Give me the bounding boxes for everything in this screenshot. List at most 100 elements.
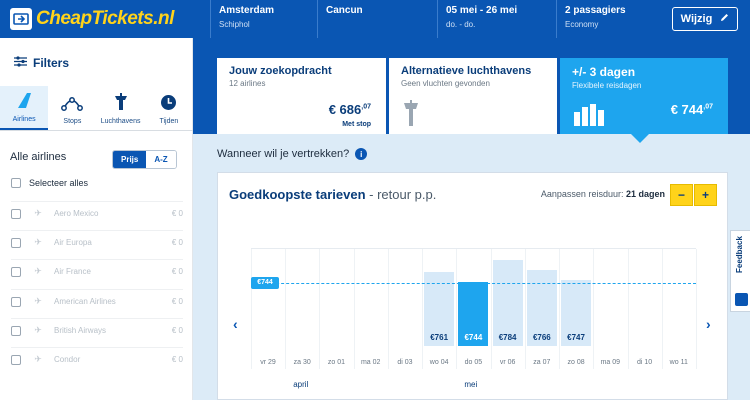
airline-row[interactable]: ✈ Air Europa € 0	[11, 230, 183, 254]
grid-line	[353, 249, 355, 369]
airline-checkbox[interactable]	[11, 354, 21, 365]
tab-airports[interactable]: Luchthavens	[97, 86, 145, 130]
dates-segment[interactable]: 05 mei - 26 mei do. - do.	[437, 0, 556, 38]
reference-line	[251, 282, 696, 284]
airline-name: Condor	[54, 355, 81, 364]
panel-title: Goedkoopste tarieven - retour p.p.	[229, 187, 437, 202]
logo-text: CheapTickets.nl	[36, 8, 174, 29]
airline-row[interactable]: ✈ Aero Mexico € 0	[11, 201, 183, 225]
grid-line	[593, 249, 595, 369]
day-tick-label[interactable]: ma 02	[354, 359, 388, 366]
destination-segment[interactable]: Cancun	[317, 0, 437, 38]
chevron-left-icon[interactable]: ‹	[233, 316, 238, 332]
chevron-right-icon[interactable]: ›	[706, 316, 711, 332]
pencil-icon	[720, 13, 729, 25]
month-label: april	[293, 380, 309, 389]
departure-question: Wanneer wil je vertrekken? i	[217, 148, 368, 160]
airline-price: € 0	[171, 267, 183, 276]
card-subtitle: Geen vluchten gevonden	[401, 79, 490, 88]
day-tick-label[interactable]: wo 04	[422, 359, 456, 366]
day-tick-label[interactable]: ma 09	[593, 359, 627, 366]
day-tick-label[interactable]: vr 29	[251, 359, 285, 366]
card-title: Jouw zoekopdracht	[229, 65, 332, 77]
sort-az-button[interactable]: A-Z	[146, 151, 176, 168]
grid-line	[319, 249, 321, 369]
card-your-search[interactable]: Jouw zoekopdracht 12 airlines € 686,07 M…	[217, 58, 386, 134]
airline-name: Air Europa	[54, 238, 92, 247]
airline-price: € 0	[171, 326, 183, 335]
airline-name: Aero Mexico	[54, 209, 99, 218]
tower-icon	[403, 100, 419, 131]
card-price: € 744,07	[670, 102, 713, 117]
top-bar: CheapTickets.nl Amsterdam Schiphol Cancu…	[0, 0, 750, 38]
passengers-segment[interactable]: 2 passagiers Economy	[556, 0, 660, 38]
fare-chart: vr 29 za 30 zo 01 ma 02 di 03 wo 04 €761 do 05 €…	[251, 248, 697, 369]
airline-price: € 0	[171, 297, 183, 306]
card-alternative-airports[interactable]: Alternatieve luchthavens Geen vluchten g…	[389, 58, 557, 134]
day-tick-label[interactable]: vr 06	[491, 359, 525, 366]
day-tick-label[interactable]: wo 11	[662, 359, 696, 366]
edit-search-button[interactable]: Wijzig	[672, 7, 738, 31]
day-tick-label[interactable]: di 03	[388, 359, 422, 366]
airline-row[interactable]: ✈ American Airlines € 0	[11, 289, 183, 313]
airline-logo-icon: ✈	[34, 237, 42, 247]
fare-bar-label: €766	[532, 333, 551, 342]
tab-times-label: Tijden	[159, 118, 179, 125]
fare-bar-label: €784	[498, 333, 517, 342]
airline-name: British Airways	[54, 326, 107, 335]
airline-checkbox[interactable]	[11, 208, 21, 219]
card-title: +/- 3 dagen	[572, 65, 636, 79]
airline-checkbox[interactable]	[11, 296, 21, 307]
day-tick-label[interactable]: zo 01	[319, 359, 353, 366]
airline-row[interactable]: ✈ Condor € 0	[11, 347, 183, 371]
tab-times[interactable]: Tijden	[145, 86, 193, 130]
select-all-row[interactable]: Selecteer alles	[11, 178, 88, 188]
airline-checkbox[interactable]	[11, 237, 21, 248]
tab-stops-label: Stops	[63, 118, 82, 125]
tower-icon	[113, 93, 129, 113]
airline-row[interactable]: ✈ British Airways € 0	[11, 318, 183, 342]
day-tick-label[interactable]: za 07	[525, 359, 559, 366]
card-price: € 686,07	[328, 102, 371, 117]
airline-price: € 0	[171, 209, 183, 218]
airline-row[interactable]: ✈ Air France € 0	[11, 259, 183, 283]
tab-stops[interactable]: Stops	[48, 86, 96, 130]
card-flexible-days[interactable]: +/- 3 dagen Flexibele reisdagen € 744,07	[560, 58, 728, 134]
trip-length-adjuster: Aanpassen reisduur: 21 dagen	[540, 189, 665, 199]
reference-price-badge: €744	[251, 276, 279, 289]
logo[interactable]: CheapTickets.nl	[10, 6, 174, 32]
day-tick-label[interactable]: za 30	[285, 359, 319, 366]
ticket-icon	[10, 8, 32, 30]
plane-tail-icon	[15, 91, 33, 111]
feedback-label: Feedback	[735, 236, 744, 273]
tab-airlines[interactable]: Airlines	[0, 86, 49, 130]
airline-checkbox[interactable]	[11, 325, 21, 336]
airline-logo-icon: ✈	[34, 208, 42, 218]
airline-name: Air France	[54, 267, 91, 276]
airlines-heading: Alle airlines	[10, 151, 67, 163]
fare-bar-label: €744	[464, 333, 483, 342]
airline-logo-icon: ✈	[34, 266, 42, 276]
origin-city: Amsterdam	[219, 5, 275, 16]
increase-trip-length-button[interactable]: +	[694, 184, 717, 206]
select-all-checkbox[interactable]	[11, 178, 21, 188]
airline-logo-icon: ✈	[34, 354, 42, 364]
airline-checkbox[interactable]	[11, 266, 21, 277]
filter-tabs: Airlines Stops Luchthavens Tijden	[0, 86, 193, 131]
sort-price-button[interactable]: Prijs	[113, 151, 147, 168]
month-label: mei	[464, 380, 478, 389]
filters-heading: Filters	[14, 56, 69, 70]
decrease-trip-length-button[interactable]: −	[670, 184, 693, 206]
dates-days: do. - do.	[446, 20, 476, 29]
day-tick-label[interactable]: do 05	[456, 359, 490, 366]
day-tick-label[interactable]: zo 08	[559, 359, 593, 366]
grid-line	[285, 249, 287, 369]
origin-airport: Schiphol	[219, 20, 250, 29]
day-tick-label[interactable]: di 10	[628, 359, 662, 366]
cabin-class: Economy	[565, 20, 599, 29]
info-icon[interactable]: i	[355, 148, 368, 160]
clock-icon	[160, 94, 177, 113]
active-card-pointer	[631, 134, 649, 143]
origin-segment[interactable]: Amsterdam Schiphol	[210, 0, 317, 38]
feedback-tab[interactable]: Feedback	[730, 230, 750, 312]
